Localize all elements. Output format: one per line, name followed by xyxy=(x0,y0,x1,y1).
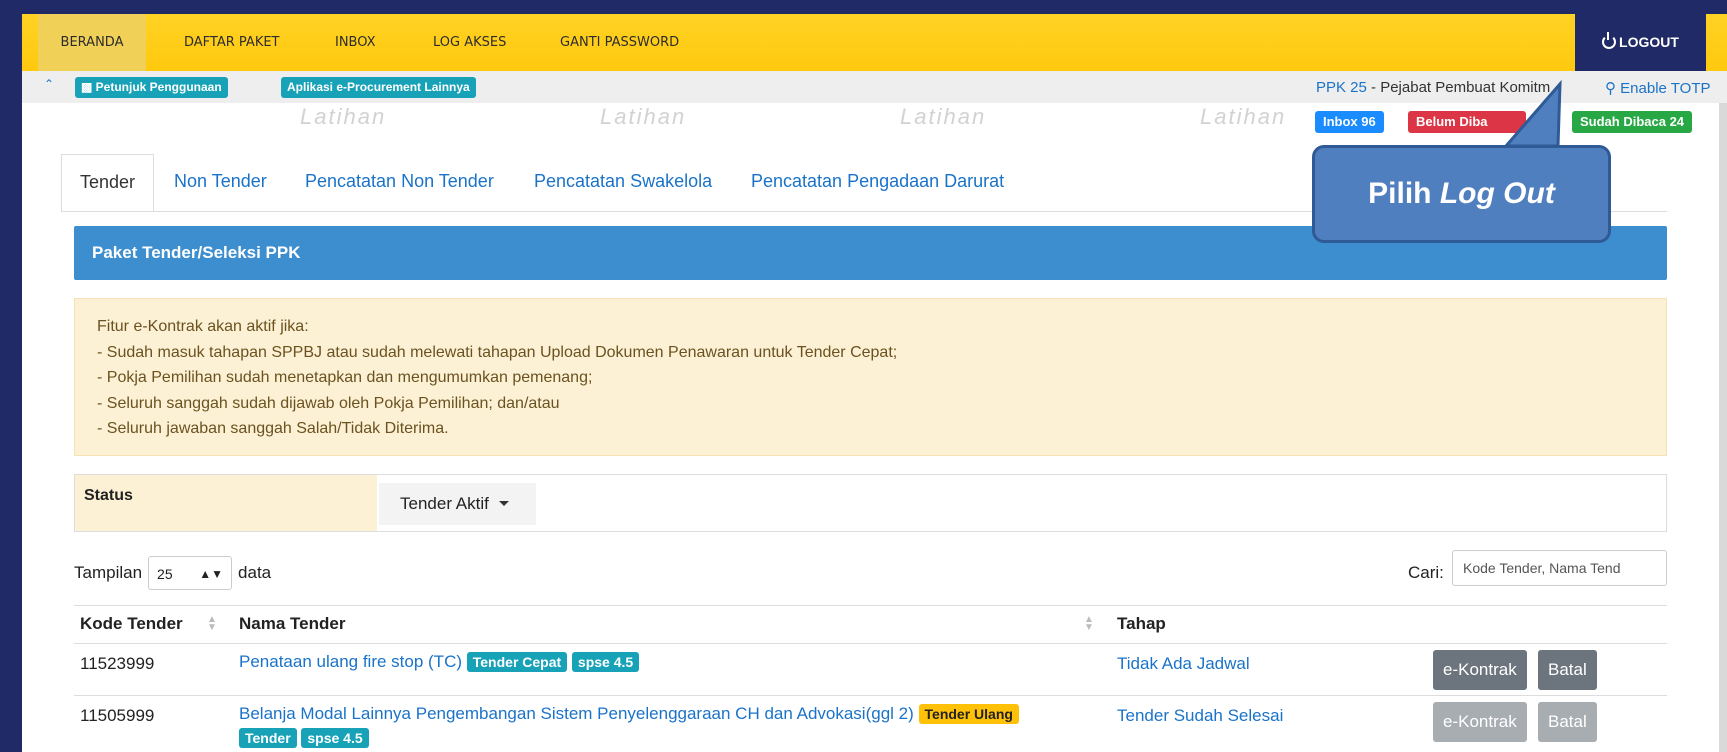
caret-down-icon xyxy=(498,501,509,506)
row2-name-link[interactable]: Belanja Modal Lainnya Pengembangan Siste… xyxy=(239,704,914,723)
guide-label: Petunjuk Penggunaan xyxy=(95,80,222,94)
col-nama-tender[interactable]: Nama Tender xyxy=(239,614,345,634)
app-frame: BERANDA DAFTAR PAKET INBOX LOG AKSES GAN… xyxy=(0,0,1727,752)
page-size-value: 25 xyxy=(157,566,173,582)
watermark: Latihan xyxy=(600,104,687,129)
batal-button[interactable]: Batal xyxy=(1538,650,1597,690)
label-spse: spse 4.5 xyxy=(301,728,369,748)
table-border xyxy=(74,643,1667,644)
tab-pencatatan-non-tender[interactable]: Pencatatan Non Tender xyxy=(305,154,494,212)
alert-line: - Seluruh sanggah sudah dijawab oleh Pok… xyxy=(97,394,560,412)
guide-button[interactable]: ▩ Petunjuk Penggunaan xyxy=(75,77,228,98)
other-apps-label: Aplikasi e-Procurement Lainnya xyxy=(287,80,470,94)
col-kode-tender[interactable]: Kode Tender xyxy=(80,614,183,634)
col-tahap[interactable]: Tahap xyxy=(1117,614,1166,634)
updown-icon: ▲▼ xyxy=(199,567,224,581)
enable-totp-link[interactable]: ⚲ Enable TOTP xyxy=(1605,79,1711,97)
watermark: Latihan xyxy=(300,104,387,129)
right-shadow xyxy=(1719,14,1727,752)
power-icon xyxy=(1602,32,1617,49)
nav-log-akses[interactable]: LOG AKSES xyxy=(433,14,506,71)
search-label: Cari: xyxy=(1408,563,1444,582)
tab-pencatatan-swakelola[interactable]: Pencatatan Swakelola xyxy=(534,154,712,212)
callout-arrow-shape xyxy=(1502,80,1562,148)
table-border xyxy=(74,695,1667,696)
batal-button[interactable]: Batal xyxy=(1538,702,1597,742)
data-label: data xyxy=(238,563,272,582)
label-spse: spse 4.5 xyxy=(571,652,640,672)
tab-pencatatan-darurat[interactable]: Pencatatan Pengadaan Darurat xyxy=(751,154,1004,212)
nav-daftar-paket[interactable]: DAFTAR PAKET xyxy=(184,14,280,71)
collapse-icon[interactable]: ⌃ xyxy=(44,77,54,91)
show-label: Tampilan xyxy=(74,563,143,582)
status-label: Status xyxy=(75,475,377,531)
read-badge[interactable]: Sudah Dibaca 24 xyxy=(1572,111,1693,133)
status-filter: Status Tender Aktif xyxy=(74,474,1667,532)
watermark: Latihan xyxy=(1200,104,1287,129)
e-kontrak-button[interactable]: e-Kontrak xyxy=(1433,702,1527,742)
left-border xyxy=(0,0,22,752)
nav-inbox[interactable]: INBOX xyxy=(335,14,376,71)
label-tender: Tender xyxy=(239,728,297,748)
table-row: Penataan ulang fire stop (TC) Tender Cep… xyxy=(239,652,640,672)
callout-prefix: Pilih xyxy=(1368,177,1440,210)
nav-ganti-password[interactable]: GANTI PASSWORD xyxy=(560,14,679,71)
status-dropdown[interactable]: Tender Aktif xyxy=(379,483,536,525)
table-row: Belanja Modal Lainnya Pengembangan Siste… xyxy=(239,704,1019,724)
totp-label: Enable TOTP xyxy=(1620,80,1711,97)
logout-label: LOGOUT xyxy=(1619,34,1679,50)
inbox-badge[interactable]: Inbox 96 xyxy=(1315,111,1384,133)
alert-line: - Pokja Pemilihan sudah menetapkan dan m… xyxy=(97,369,593,386)
info-alert: Fitur e-Kontrak akan aktif jika: - Sudah… xyxy=(74,298,1667,456)
alert-line: - Sudah masuk tahapan SPPBJ atau sudah m… xyxy=(97,343,898,361)
table-row: Tender spse 4.5 xyxy=(239,728,369,748)
row2-code: 11505999 xyxy=(80,706,155,725)
page-size-select[interactable]: 25 ▲▼ xyxy=(148,556,233,590)
logout-button[interactable]: LOGOUT xyxy=(1575,14,1706,71)
other-apps-button[interactable]: Aplikasi e-Procurement Lainnya xyxy=(281,77,476,98)
tab-non-tender[interactable]: Non Tender xyxy=(174,154,267,212)
callout-emphasis: Log Out xyxy=(1439,177,1555,210)
callout-box: Pilih Log Out xyxy=(1312,145,1611,243)
page-size-control: Tampilan 25 ▲▼ data xyxy=(74,556,271,590)
row1-stage-link[interactable]: Tidak Ada Jadwal xyxy=(1117,654,1250,674)
watermark: Latihan xyxy=(900,104,987,129)
row1-name-link[interactable]: Penataan ulang fire stop (TC) xyxy=(239,652,462,671)
key-icon: ⚲ xyxy=(1605,80,1616,97)
label-tender-ulang: Tender Ulang xyxy=(918,704,1019,724)
nav-beranda[interactable]: BERANDA xyxy=(38,14,146,71)
e-kontrak-button[interactable]: e-Kontrak xyxy=(1433,650,1527,690)
row1-code: 11523999 xyxy=(80,654,155,673)
status-value: Tender Aktif xyxy=(400,494,489,513)
top-border xyxy=(0,0,1727,14)
alert-line: Fitur e-Kontrak akan aktif jika: xyxy=(97,318,309,335)
alert-line: - Seluruh jawaban sanggah Salah/Tidak Di… xyxy=(97,420,449,437)
table-border xyxy=(74,605,1667,606)
search-input[interactable]: Kode Tender, Nama Tend xyxy=(1452,550,1667,586)
ppk-code[interactable]: PPK 25 xyxy=(1316,79,1367,96)
top-navbar: BERANDA DAFTAR PAKET INBOX LOG AKSES GAN… xyxy=(22,14,1727,71)
sort-icon[interactable]: ▲ ▼ xyxy=(1084,615,1094,633)
tab-tender[interactable]: Tender xyxy=(61,154,155,212)
row2-stage-link[interactable]: Tender Sudah Selesai xyxy=(1117,706,1283,726)
sort-icon[interactable]: ▲ ▼ xyxy=(207,615,217,633)
label-tender-cepat: Tender Cepat xyxy=(466,652,568,672)
